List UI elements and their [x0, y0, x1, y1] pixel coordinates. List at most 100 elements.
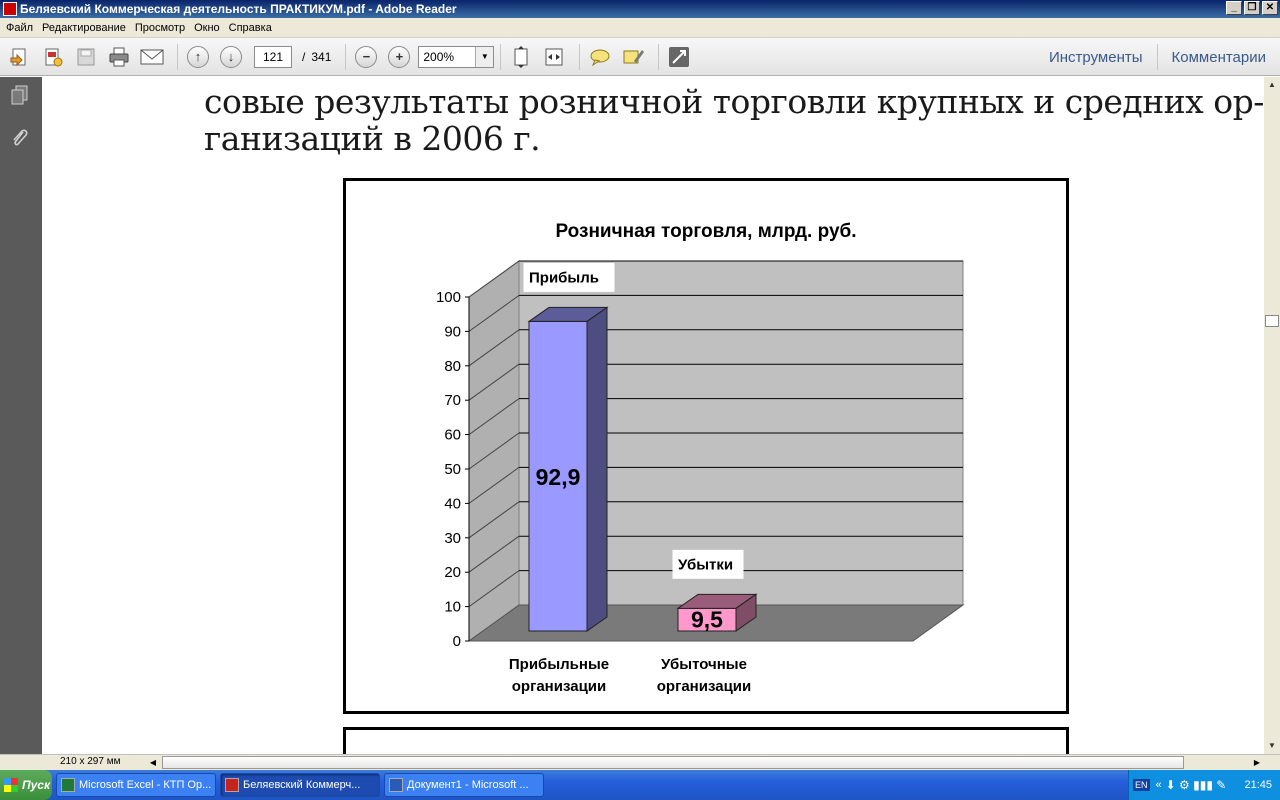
scroll-up-arrow-icon[interactable]: ▲: [1264, 77, 1280, 93]
zoom-value: 200%: [423, 49, 455, 64]
y-tick-label: 80: [444, 358, 461, 375]
minimize-button[interactable]: _: [1226, 1, 1242, 15]
fit-width-button[interactable]: [540, 43, 568, 71]
highlighter-icon: [623, 49, 645, 63]
taskbar-item-adobe-reader[interactable]: Беляевский Коммерч...: [220, 773, 380, 797]
y-tick-label: 100: [436, 289, 461, 306]
y-tick-label: 30: [444, 530, 461, 547]
close-button[interactable]: ✕: [1262, 1, 1278, 15]
create-pdf-icon: [45, 48, 63, 66]
chevron-down-icon[interactable]: ▼: [475, 46, 494, 67]
arrow-up-icon: ↑: [187, 45, 209, 68]
toolbar-separator: [658, 43, 660, 70]
horizontal-scroll-thumb[interactable]: [162, 756, 1184, 769]
taskbar-item-label: Microsoft Excel - КТП Ор...: [79, 779, 212, 791]
windows-logo-icon: [4, 778, 18, 792]
chart-frame: Розничная торговля, млрд. руб. 0 10 20 30 40 5…: [343, 178, 1069, 714]
scroll-down-arrow-icon[interactable]: ▼: [1264, 738, 1280, 754]
data-label: 92,9: [536, 464, 581, 490]
system-tray: EN « ⬇ ⚙ ▮▮▮ ✎ 21:45: [1128, 770, 1280, 800]
page-number-input[interactable]: 121: [254, 45, 292, 68]
page-thumbnails-button[interactable]: [10, 85, 30, 107]
menu-help[interactable]: Справка: [227, 22, 279, 34]
vertical-scroll-thumb[interactable]: [1265, 315, 1279, 327]
tray-icons[interactable]: ⬇ ⚙ ▮▮▮ ✎: [1166, 778, 1227, 792]
taskbar-item-label: Беляевский Коммерч...: [243, 779, 361, 791]
menu-view[interactable]: Просмотр: [133, 22, 192, 34]
zoom-out-button[interactable]: −: [352, 43, 380, 71]
envelope-icon: [140, 49, 164, 64]
document-text-line-1: совые результаты розничной торговли круп…: [204, 82, 1264, 121]
document-text-line-2: ганизаций в 2006 г.: [204, 119, 541, 158]
page-total: 341: [311, 49, 332, 64]
page-separator: /: [302, 49, 306, 64]
email-button[interactable]: [138, 43, 166, 71]
comment-button[interactable]: [586, 43, 614, 71]
vertical-scrollbar[interactable]: ▲ ▼: [1264, 77, 1280, 754]
fit-page-button[interactable]: [507, 43, 535, 71]
fit-page-icon: [514, 45, 528, 68]
zoom-in-button[interactable]: +: [385, 43, 413, 71]
tools-pane-button[interactable]: Инструменты: [1035, 49, 1157, 66]
scroll-left-arrow-icon[interactable]: ◀: [146, 755, 160, 770]
attachments-button[interactable]: [10, 127, 30, 149]
paperclip-icon: [13, 129, 28, 146]
x-tick-label: Прибыльные: [509, 656, 609, 673]
menu-window[interactable]: Окно: [192, 22, 227, 34]
previous-page-button[interactable]: ↑: [184, 43, 212, 71]
menu-edit[interactable]: Редактирование: [40, 22, 133, 34]
toolbar: ↑ ↓ 121 / 341 − + 200% ▼ Инструменты Ком…: [0, 38, 1280, 76]
minus-icon: −: [355, 45, 378, 68]
window-title: Беляевский Коммерческая деятельность ПРА…: [20, 2, 457, 16]
pages-icon: [11, 85, 28, 105]
plus-icon: +: [388, 45, 411, 68]
language-indicator[interactable]: EN: [1133, 779, 1150, 791]
data-label: 9,5: [691, 607, 723, 633]
next-figure-frame: [343, 727, 1069, 754]
start-button[interactable]: Пуск: [0, 770, 52, 800]
restore-button[interactable]: ❐: [1244, 1, 1260, 15]
toolbar-separator: [177, 43, 178, 70]
create-pdf-button[interactable]: [39, 43, 67, 71]
bar-side-1: [586, 306, 608, 632]
x-tick-label: Убыточные: [661, 656, 747, 673]
show-hidden-icons-icon[interactable]: «: [1156, 779, 1162, 791]
scroll-right-arrow-icon[interactable]: ▶: [1250, 755, 1264, 770]
zoom-select[interactable]: 200% ▼: [418, 45, 495, 68]
taskbar: Пуск Microsoft Excel - КТП Ор... Беляевс…: [0, 770, 1280, 800]
x-tick-label: организации: [512, 678, 606, 695]
y-tick-label: 60: [444, 427, 461, 444]
expand-icon: [669, 46, 690, 67]
taskbar-item-excel[interactable]: Microsoft Excel - КТП Ор...: [56, 773, 216, 797]
retail-chart: Розничная торговля, млрд. руб. 0 10 20 30 40 5…: [436, 221, 965, 695]
next-page-button[interactable]: ↓: [217, 43, 245, 71]
taskbar-item-label: Документ1 - Microsoft ...: [407, 779, 529, 791]
y-tick-label: 0: [453, 633, 461, 650]
series-label: Прибыль: [529, 269, 599, 286]
arrow-down-icon: ↓: [220, 45, 242, 68]
taskbar-item-word[interactable]: Документ1 - Microsoft ...: [384, 773, 544, 797]
full-screen-button[interactable]: [665, 43, 693, 71]
series-label: Убытки: [678, 556, 733, 573]
document-view[interactable]: совые результаты розничной торговли круп…: [42, 77, 1264, 754]
page-size-label: 210 x 297 мм: [60, 756, 121, 767]
printer-icon: [109, 47, 129, 66]
comments-pane-button[interactable]: Комментарии: [1158, 49, 1280, 66]
save-button[interactable]: [72, 43, 100, 71]
word-icon: [389, 778, 403, 792]
save-disk-icon: [77, 48, 95, 65]
horizontal-scrollbar[interactable]: ◀ ▶: [146, 755, 1264, 771]
y-tick-label: 20: [444, 564, 461, 581]
highlight-button[interactable]: [619, 43, 647, 71]
print-button[interactable]: [105, 43, 133, 71]
y-tick-label: 40: [444, 495, 461, 512]
y-tick-label: 10: [444, 599, 461, 616]
open-button[interactable]: [6, 43, 34, 71]
status-bar: 210 x 297 мм ◀ ▶: [0, 754, 1280, 770]
menu-file[interactable]: Файл: [4, 22, 40, 34]
x-tick-label: организации: [657, 678, 751, 695]
toolbar-separator: [579, 43, 581, 70]
toolbar-separator: [345, 43, 347, 70]
y-tick-label: 70: [444, 392, 461, 409]
open-file-icon: [10, 48, 26, 66]
